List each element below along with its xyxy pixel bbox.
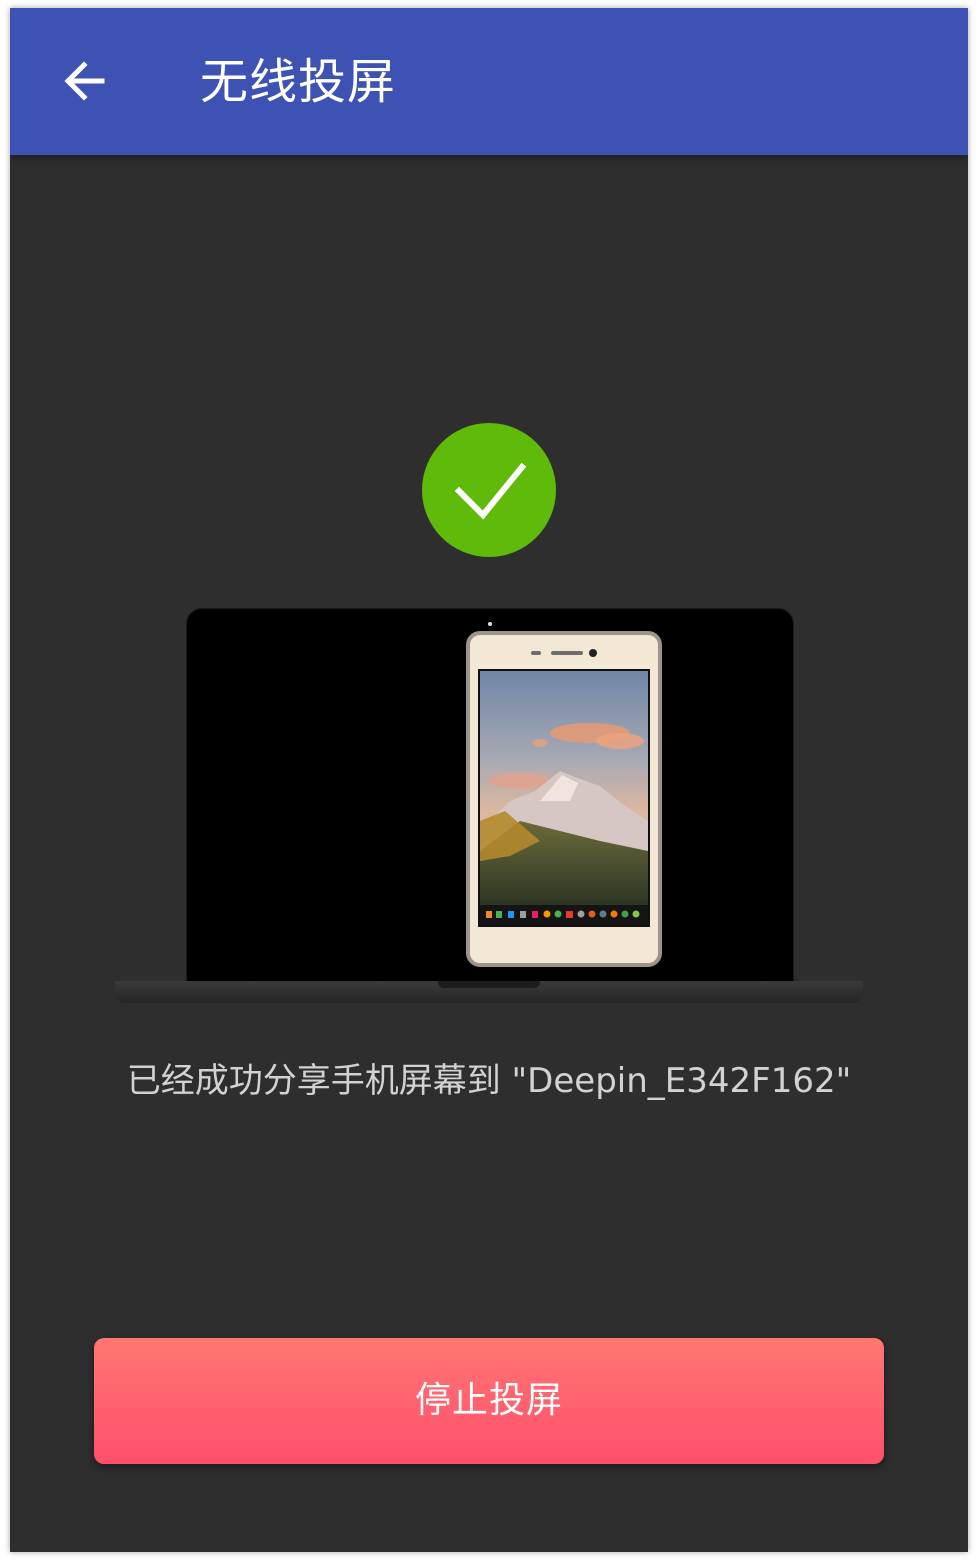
- laptop-illustration: [115, 608, 863, 1006]
- laptop-camera: [488, 622, 492, 626]
- status-message: 已经成功分享手机屏幕到 "Deepin_E342F162": [126, 1061, 852, 1101]
- back-button[interactable]: [52, 48, 118, 114]
- stop-casting-button[interactable]: 停止投屏: [94, 1338, 884, 1464]
- arrow-left-icon: [64, 61, 105, 101]
- laptop-notch: [438, 981, 540, 988]
- mountain-wallpaper: [480, 671, 648, 925]
- phone-speaker: [551, 651, 583, 655]
- phone-camera: [589, 649, 597, 657]
- phone-icon: [466, 631, 662, 967]
- phone-screen: [478, 669, 650, 927]
- stop-casting-label: 停止投屏: [414, 1380, 563, 1421]
- phone-sensor: [531, 651, 541, 655]
- app-window: 无线投屏 已经成功分享手机屏幕到 "Deepin_E342F162" 停止投屏: [10, 8, 968, 1552]
- page-title: 无线投屏: [200, 54, 397, 110]
- laptop-icon: [186, 608, 794, 984]
- checkmark-icon: [454, 462, 527, 520]
- app-bar: 无线投屏: [10, 8, 968, 155]
- success-badge: [422, 423, 556, 557]
